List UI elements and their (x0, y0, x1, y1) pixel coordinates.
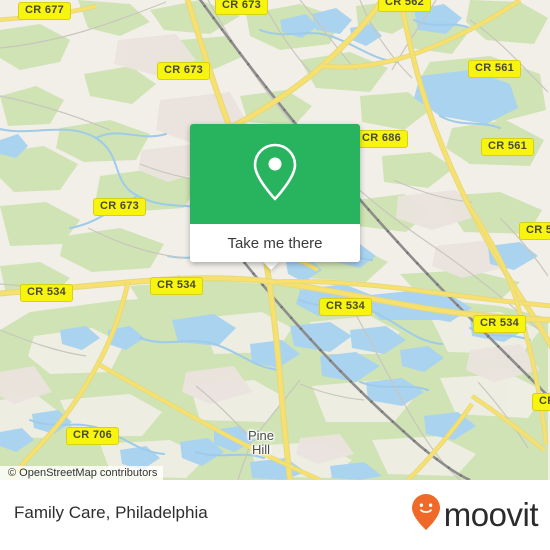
road-shield: CR 56 (519, 222, 550, 240)
road-shield: CR 534 (319, 298, 373, 316)
road-shield: CR 534 (20, 284, 74, 302)
popup-header (190, 124, 360, 224)
moovit-wordmark: moovit (443, 495, 539, 533)
osm-attribution[interactable]: © OpenStreetMap contributors (0, 466, 164, 480)
place-label-pine-hill: Pine Hill (248, 428, 275, 457)
road-shield: CR 534 (473, 315, 527, 333)
map-pin-icon (250, 141, 300, 208)
road-shield: CR 562 (378, 0, 432, 12)
moovit-map-screenshot: CR 677 CR 673 CR 562 CR 673 CR 561 CR 68… (0, 0, 550, 550)
moovit-pin-smile-icon (411, 493, 441, 536)
road-shield: CR 673 (157, 62, 211, 80)
take-me-there-label: Take me there (227, 234, 323, 252)
road-shield: CR 673 (93, 198, 147, 216)
road-shield: CR 673 (215, 0, 269, 15)
road-shield: CR 561 (468, 60, 522, 78)
road-shield: CR 5 (532, 393, 550, 411)
road-shield: CR 686 (355, 130, 409, 148)
moovit-logo[interactable]: moovit (411, 493, 539, 536)
footer-bar: Family Care, Philadelphia moovit (0, 480, 550, 550)
popup-tail (262, 261, 280, 270)
destination-popup-card[interactable]: Take me there (190, 124, 360, 262)
page-title: Family Care, Philadelphia (14, 503, 208, 522)
road-shield: CR 561 (481, 138, 535, 156)
road-shield: CR 534 (150, 277, 204, 295)
road-shield: CR 706 (66, 427, 120, 445)
take-me-there-button[interactable]: Take me there (190, 224, 360, 262)
road-shield: CR 677 (18, 2, 72, 20)
